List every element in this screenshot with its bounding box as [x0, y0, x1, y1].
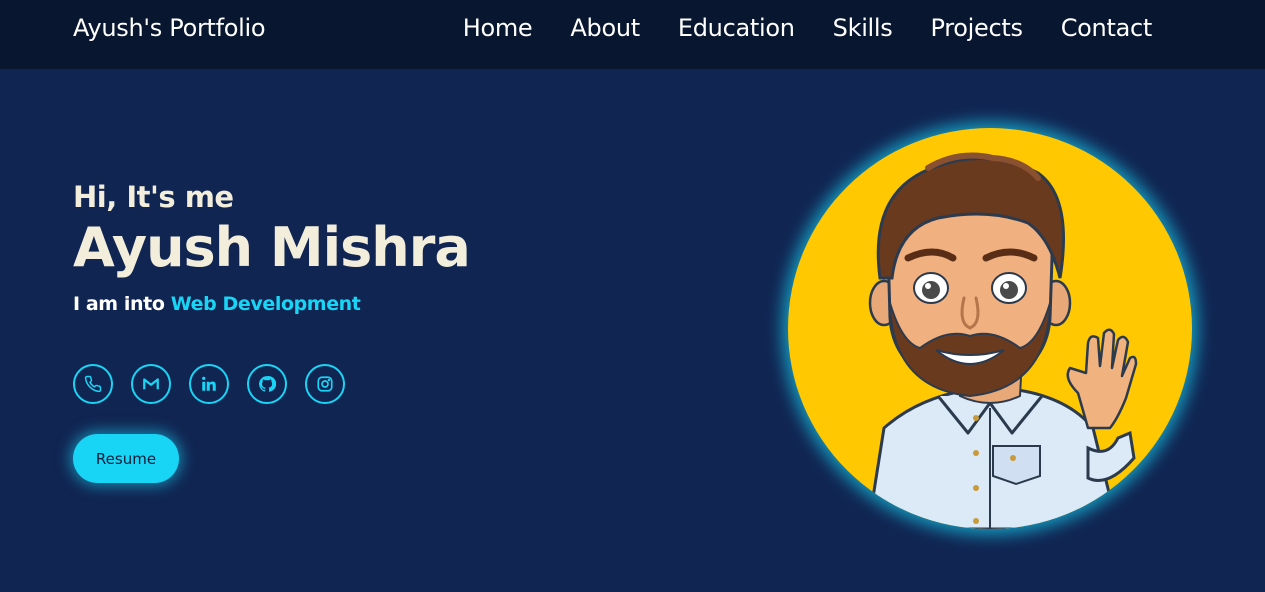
github-link[interactable]: [247, 364, 287, 404]
phone-icon: [84, 375, 102, 393]
brand-title[interactable]: Ayush's Portfolio: [73, 14, 266, 42]
nav-contact-link[interactable]: Contact: [1061, 14, 1153, 42]
tagline-highlight: Web Development: [170, 292, 361, 315]
instagram-icon: [317, 376, 333, 392]
avatar-illustration: [866, 152, 1138, 529]
linkedin-link[interactable]: [189, 364, 229, 404]
resume-button[interactable]: Resume: [73, 434, 179, 483]
social-links: [73, 364, 345, 404]
nav-about-link[interactable]: About: [570, 14, 640, 42]
nav-projects-link[interactable]: Projects: [931, 14, 1024, 42]
hero-greeting: Hi, It's me: [73, 180, 234, 214]
hero-intro: Hi, It's me Ayush Mishra I am into Web D…: [73, 180, 471, 315]
avatar: [788, 128, 1192, 529]
hero-tagline: I am into Web Development: [73, 293, 470, 315]
nav-skills-link[interactable]: Skills: [833, 14, 893, 42]
phone-link[interactable]: [73, 364, 113, 404]
gmail-icon: [143, 378, 159, 390]
nav-home-link[interactable]: Home: [463, 14, 533, 42]
nav-education-link[interactable]: Education: [678, 14, 795, 42]
instagram-link[interactable]: [305, 364, 345, 404]
gmail-link[interactable]: [131, 364, 171, 404]
github-icon: [259, 376, 276, 392]
nav-links: Home About Education Skills Projects Con…: [463, 14, 1153, 42]
linkedin-icon: [202, 376, 216, 391]
tagline-prefix: I am into: [73, 292, 165, 315]
hero-name: Ayush Mishra: [73, 216, 471, 279]
navbar: Ayush's Portfolio Home About Education S…: [0, 0, 1265, 69]
